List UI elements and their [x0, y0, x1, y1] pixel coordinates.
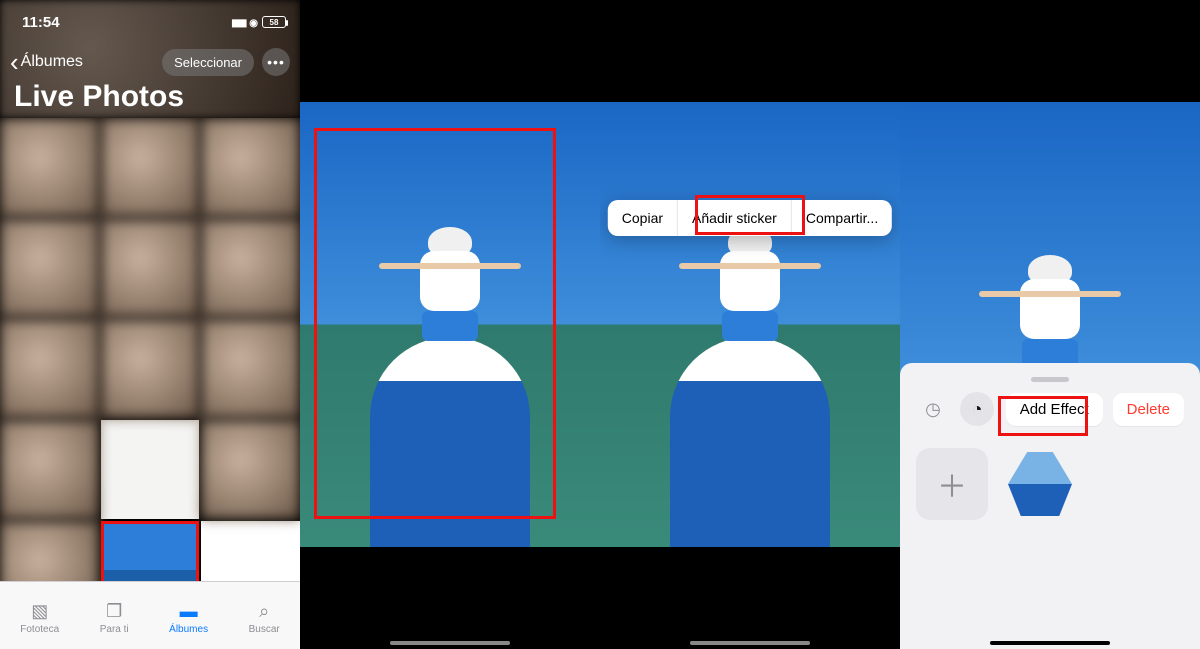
photo-viewer[interactable] — [600, 102, 900, 547]
page-title: Live Photos — [0, 80, 300, 122]
ellipsis-icon: ••• — [267, 54, 285, 70]
photo-thumb[interactable] — [0, 319, 99, 418]
panel-context-menu: Copiar Añadir sticker Compartir... — [600, 0, 900, 649]
back-label: Álbumes — [21, 53, 83, 71]
plus-icon: ＋ — [937, 462, 967, 506]
panel-sticker-sheet: ◷ ◔ Add Effect Delete ＋ — [900, 0, 1200, 649]
photo-content — [670, 337, 830, 547]
photo-thumb[interactable] — [201, 219, 300, 318]
clock-icon: ◷ — [925, 399, 941, 420]
sticker-icon: ◔ — [972, 399, 983, 420]
status-indicators: 58 — [231, 15, 286, 29]
photo-thumb[interactable] — [201, 319, 300, 418]
status-time: 11:54 — [22, 14, 60, 31]
for-you-icon: ❐ — [101, 600, 127, 622]
highlight-annotation — [695, 195, 805, 235]
signal-icon — [231, 15, 245, 29]
back-button[interactable]: Álbumes — [10, 49, 83, 76]
photo-thumb[interactable] — [101, 420, 200, 519]
tab-albums[interactable]: ▬ Álbumes — [169, 600, 208, 635]
photo-thumb[interactable] — [0, 219, 99, 318]
nav-bar: Álbumes Seleccionar ••• — [0, 44, 300, 80]
photo-thumb[interactable] — [201, 521, 300, 581]
sticker-list: ＋ — [916, 448, 1184, 520]
home-indicator[interactable] — [990, 641, 1110, 645]
tab-label: Para ti — [100, 624, 129, 635]
tab-bar: ▧ Fototeca ❐ Para ti ▬ Álbumes ⌕ Buscar — [0, 581, 300, 649]
home-indicator[interactable] — [690, 641, 810, 645]
tab-search[interactable]: ⌕ Buscar — [249, 600, 280, 635]
sheet-grabber[interactable] — [1031, 377, 1069, 382]
battery-icon: 58 — [262, 16, 286, 28]
panel-album-grid: 11:54 58 Álbumes Seleccionar ••• Live Ph… — [0, 0, 300, 649]
tab-label: Buscar — [249, 624, 280, 635]
sticker-preview[interactable] — [1004, 448, 1076, 520]
photo-thumb[interactable] — [201, 118, 300, 217]
menu-copy[interactable]: Copiar — [608, 200, 678, 236]
stickers-tab-button[interactable]: ◔ — [960, 392, 994, 426]
photo-thumb[interactable] — [101, 219, 200, 318]
photo-thumb[interactable] — [101, 319, 200, 418]
library-icon: ▧ — [27, 600, 53, 622]
photo-subject[interactable] — [705, 227, 795, 367]
highlight-annotation — [998, 396, 1088, 436]
add-sticker-tile[interactable]: ＋ — [916, 448, 988, 520]
albums-icon: ▬ — [176, 600, 202, 622]
status-bar: 11:54 58 — [0, 0, 300, 44]
tab-label: Álbumes — [169, 624, 208, 635]
tab-library[interactable]: ▧ Fototeca — [20, 600, 59, 635]
photo-thumb[interactable] — [0, 420, 99, 519]
menu-share[interactable]: Compartir... — [792, 200, 892, 236]
home-indicator[interactable] — [390, 641, 510, 645]
delete-button[interactable]: Delete — [1113, 393, 1184, 426]
select-button[interactable]: Seleccionar — [162, 49, 254, 76]
panel-photo-view — [300, 0, 600, 649]
tab-label: Fototeca — [20, 624, 59, 635]
photo-thumb[interactable] — [101, 118, 200, 217]
highlight-annotation — [314, 128, 556, 519]
photo-thumb[interactable] — [201, 420, 300, 519]
sticker-thumbnail — [1008, 452, 1072, 516]
tab-for-you[interactable]: ❐ Para ti — [100, 600, 129, 635]
recents-tab-button[interactable]: ◷ — [916, 392, 950, 426]
more-button[interactable]: ••• — [262, 48, 290, 76]
chevron-left-icon — [10, 49, 19, 76]
search-icon: ⌕ — [251, 600, 277, 622]
photo-thumb[interactable] — [0, 521, 99, 581]
photo-grid[interactable] — [0, 118, 300, 581]
wifi-icon — [249, 15, 258, 29]
photo-thumb[interactable] — [0, 118, 99, 217]
photo-thumb-selected[interactable] — [101, 521, 200, 581]
